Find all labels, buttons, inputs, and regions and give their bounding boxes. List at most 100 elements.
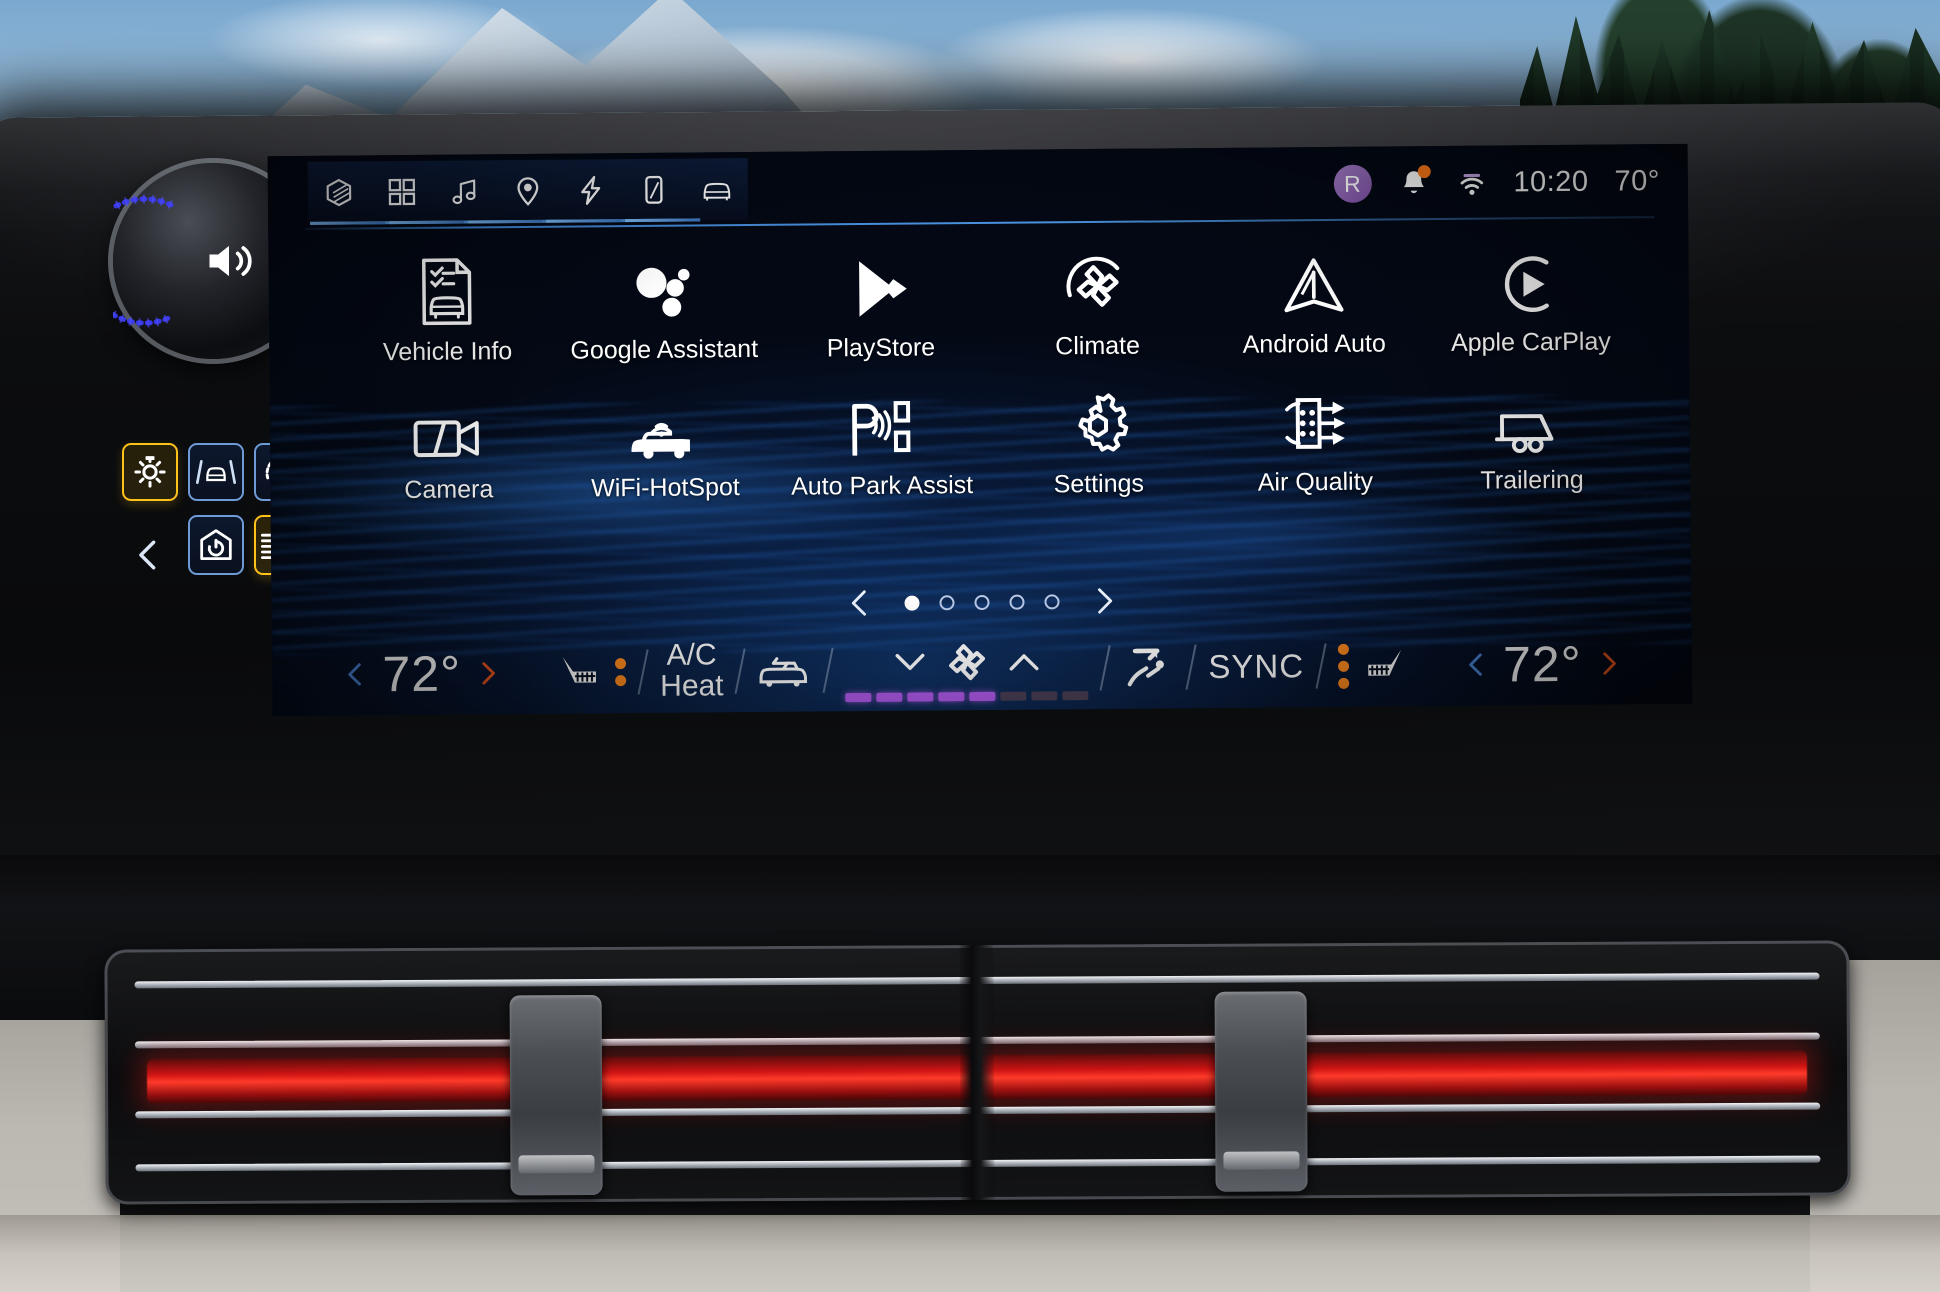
app-tile-trailering[interactable]: Trailering [1423,378,1641,496]
fan-speed-indicator [845,691,1089,703]
app-tile-wifi-hotspot[interactable]: WiFi-HotSpot [556,386,774,504]
app-tile-vehicle-info[interactable]: Vehicle Info [338,250,556,368]
climate-divider [822,647,835,694]
passenger-seat-heat-level [1337,643,1350,689]
passenger-heated-seat-button[interactable] [1337,643,1405,689]
chevron-left-icon [139,540,156,570]
app-label: Google Assistant [570,334,759,365]
speaker-volume-icon [209,245,252,277]
infotainment-screen[interactable]: R 10:20 70° Vehicle Info Google Assistan… [267,143,1693,717]
driver-temp-value: 72° [382,645,462,703]
lane-keep-assist-icon [196,460,236,484]
page-dot-4[interactable] [1008,594,1025,610]
traction-control-button[interactable] [122,443,178,501]
vent-direction-knob[interactable] [509,994,603,1196]
fan-speed-control [845,636,1089,703]
heated-seat-icon [562,657,596,683]
interior-trim-bottom [0,1215,1940,1292]
app-tile-auto-park-assist[interactable]: Auto Park Assist [773,384,991,502]
car-wifi-hotspot-icon [628,386,703,463]
android-auto-arrow-icon [1280,243,1347,320]
home-icon[interactable] [322,175,356,209]
vehicle-info-document-icon [418,250,477,327]
ac-heat-button[interactable]: A/C Heat [660,638,724,703]
profile-avatar[interactable]: R [1333,164,1372,203]
driver-temp-increase-button[interactable] [475,653,501,693]
page-dots [903,593,1060,611]
page-dot-5[interactable] [1043,593,1060,609]
app-label: WiFi-HotSpot [591,473,740,503]
apps-grid-icon[interactable] [385,175,419,209]
climate-divider [1315,643,1327,689]
map-pin-icon[interactable] [511,174,545,208]
passenger-temperature-control: 72° [1463,634,1622,693]
passenger-temp-increase-button[interactable] [1596,643,1622,683]
climate-divider [1185,644,1197,690]
page-dot-1[interactable] [903,595,920,611]
driver-heated-seat-button[interactable] [559,650,627,695]
nav-icon-row [307,158,749,224]
top-bar: R 10:20 70° [268,144,1689,230]
driver-seat-heat-level [614,658,627,687]
gear-icon [1065,383,1132,460]
park-assist-p-sonar-icon [848,385,915,462]
traction-control-icon [134,456,166,488]
app-label: Auto Park Assist [791,471,974,501]
apple-carplay-play-circle-icon [1497,241,1564,318]
page-dot-2[interactable] [938,594,955,610]
car-front-icon[interactable] [700,172,734,206]
app-label: Air Quality [1257,467,1374,497]
app-label: Vehicle Info [382,337,513,367]
air-recirculate-button[interactable] [757,654,811,687]
music-note-icon[interactable] [448,174,482,208]
app-tile-android-auto[interactable]: Android Auto [1205,242,1423,360]
driver-temp-decrease-button[interactable] [342,654,368,694]
app-tile-climate[interactable]: Climate [988,244,1206,362]
page-dot-3[interactable] [973,594,990,610]
app-tile-air-quality[interactable]: Air Quality [1206,380,1424,498]
wifi-icon[interactable] [1455,167,1487,199]
app-tile-google-assistant[interactable]: Google Assistant [555,248,773,366]
app-tile-camera[interactable]: Camera [340,388,558,506]
trailer-icon [1494,379,1569,456]
lane-keep-assist-button[interactable] [188,443,244,501]
notification-badge [1417,165,1431,179]
lightning-bolt-icon[interactable] [574,173,608,207]
phone-icon[interactable] [637,173,671,207]
outside-temperature: 70° [1614,164,1660,197]
status-bar: R 10:20 70° [1333,154,1660,211]
climate-control-bar: 72° A/C Heat SYNC 72° [272,622,1693,716]
fan-blade-icon[interactable] [941,637,993,687]
passenger-temp-value: 72° [1502,635,1582,693]
vent-direction-knob[interactable] [1214,991,1308,1192]
back-button[interactable] [120,526,176,584]
auto-hold-button[interactable] [188,515,244,575]
clock: 10:20 [1513,165,1589,198]
climate-divider [637,649,649,695]
passenger-temp-decrease-button[interactable] [1463,645,1489,685]
fan-speed-up-button[interactable] [1007,648,1041,674]
app-label: Climate [1055,331,1141,361]
climate-fan-icon [1061,245,1134,322]
fan-speed-down-button[interactable] [893,649,927,675]
app-tile-playstore[interactable]: PlayStore [772,246,990,364]
notification-button[interactable] [1397,165,1431,200]
vehicle-interior-photo: LIM A [0,0,1940,1292]
app-tile-settings[interactable]: Settings [990,382,1208,500]
app-label: Apple CarPlay [1450,327,1611,357]
climate-divider [1099,645,1111,691]
app-label: PlayStore [826,333,936,363]
ac-label: A/C [666,638,717,673]
pager-prev-button[interactable] [844,586,874,620]
auto-hold-power-icon [200,529,232,560]
app-tile-apple-carplay[interactable]: Apple CarPlay [1422,240,1640,358]
airflow-direction-button[interactable] [1122,643,1174,691]
app-label: Settings [1053,469,1145,499]
pager-next-button[interactable] [1089,584,1119,618]
play-store-triangle-icon [849,247,912,324]
air-filter-flow-icon [1279,381,1352,458]
google-assistant-dots-icon [628,248,699,325]
sync-button[interactable]: SYNC [1208,647,1304,686]
driver-temperature-control: 72° [342,644,501,703]
app-label: Camera [404,475,494,505]
